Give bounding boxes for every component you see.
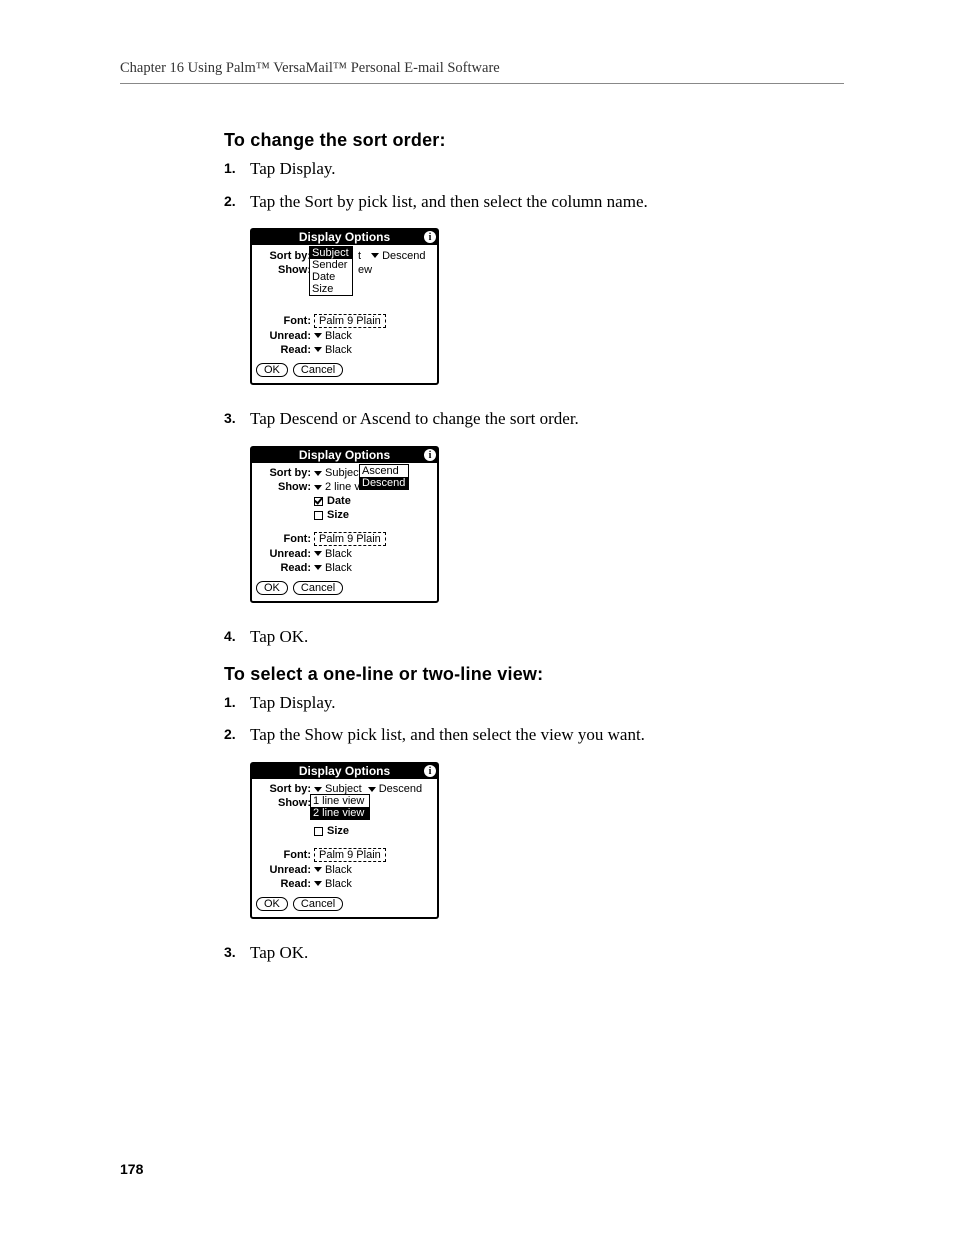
label-unread: Unread: bbox=[256, 548, 314, 560]
checkbox-size-label: Size bbox=[327, 825, 349, 837]
info-icon[interactable]: i bbox=[424, 231, 436, 243]
step-text: Tap OK. bbox=[224, 941, 844, 966]
sort-option-subject[interactable]: Subject bbox=[310, 247, 352, 259]
heading-line-view: To select a one-line or two-line view: bbox=[224, 664, 844, 685]
checkbox-size[interactable] bbox=[314, 511, 323, 520]
label-font: Font: bbox=[256, 849, 314, 861]
sort-direction-popup[interactable]: Ascend Descend bbox=[359, 464, 409, 490]
heading-change-sort-order: To change the sort order: bbox=[224, 130, 844, 151]
label-sort-by: Sort by: bbox=[256, 467, 314, 479]
checkbox-date-label: Date bbox=[327, 495, 351, 507]
font-selector[interactable]: Palm 9 Plain bbox=[314, 848, 386, 862]
info-icon[interactable]: i bbox=[424, 449, 436, 461]
read-value[interactable]: Black bbox=[325, 562, 352, 574]
label-read: Read: bbox=[256, 344, 314, 356]
label-show: Show: bbox=[256, 264, 314, 276]
dropdown-caret-icon[interactable] bbox=[314, 333, 322, 338]
dialog-title-text: Display Options bbox=[299, 449, 390, 462]
unread-value[interactable]: Black bbox=[325, 548, 352, 560]
dropdown-caret-icon[interactable] bbox=[371, 253, 379, 258]
dialog-title-text: Display Options bbox=[299, 231, 390, 244]
cancel-button[interactable]: Cancel bbox=[293, 581, 343, 595]
label-unread: Unread: bbox=[256, 864, 314, 876]
ok-button[interactable]: OK bbox=[256, 581, 288, 595]
sort-by-tail: t bbox=[358, 250, 361, 262]
dropdown-caret-icon[interactable] bbox=[314, 881, 322, 886]
step-text: Tap Descend or Ascend to change the sort… bbox=[224, 407, 844, 432]
display-options-dialog: Display Options i Sort by: Subject Desce… bbox=[250, 762, 439, 919]
show-option-1line[interactable]: 1 line view bbox=[311, 795, 369, 807]
label-font: Font: bbox=[256, 533, 314, 545]
dropdown-caret-icon[interactable] bbox=[314, 471, 322, 476]
label-show: Show: bbox=[256, 797, 314, 809]
label-sort-by: Sort by: bbox=[256, 250, 314, 262]
label-font: Font: bbox=[256, 315, 314, 327]
unread-value[interactable]: Black bbox=[325, 330, 352, 342]
sort-option-date[interactable]: Date bbox=[310, 271, 352, 283]
sort-by-popup[interactable]: Subject Sender Date Size bbox=[309, 246, 353, 296]
read-value[interactable]: Black bbox=[325, 344, 352, 356]
step-text: Tap Display. bbox=[224, 691, 844, 716]
checkbox-date[interactable] bbox=[314, 497, 323, 506]
sort-direction-value[interactable]: Descend bbox=[379, 783, 422, 795]
dropdown-caret-icon[interactable] bbox=[314, 551, 322, 556]
dialog-title: Display Options i bbox=[252, 448, 437, 463]
label-unread: Unread: bbox=[256, 330, 314, 342]
cancel-button[interactable]: Cancel bbox=[293, 363, 343, 377]
step-text: Tap the Show pick list, and then select … bbox=[224, 723, 844, 748]
label-read: Read: bbox=[256, 878, 314, 890]
dialog-title: Display Options i bbox=[252, 230, 437, 245]
dropdown-caret-icon[interactable] bbox=[368, 787, 376, 792]
font-selector[interactable]: Palm 9 Plain bbox=[314, 532, 386, 546]
sort-direction-value[interactable]: Descend bbox=[382, 250, 425, 262]
dropdown-caret-icon[interactable] bbox=[314, 485, 322, 490]
display-options-dialog: Display Options i Sort by: Subject Show:… bbox=[250, 446, 439, 603]
cancel-button[interactable]: Cancel bbox=[293, 897, 343, 911]
display-options-dialog: Display Options i Sort by: t Descend Sho… bbox=[250, 228, 439, 385]
label-sort-by: Sort by: bbox=[256, 783, 314, 795]
running-head: Chapter 16 Using Palm™ VersaMail™ Person… bbox=[120, 60, 844, 84]
step-text: Tap OK. bbox=[224, 625, 844, 650]
dropdown-caret-icon[interactable] bbox=[314, 565, 322, 570]
dialog-title: Display Options i bbox=[252, 764, 437, 779]
dialog-title-text: Display Options bbox=[299, 765, 390, 778]
step-text: Tap the Sort by pick list, and then sele… bbox=[224, 190, 844, 215]
unread-value[interactable]: Black bbox=[325, 864, 352, 876]
show-value-fragment: ew bbox=[358, 264, 372, 276]
read-value[interactable]: Black bbox=[325, 878, 352, 890]
dropdown-caret-icon[interactable] bbox=[314, 347, 322, 352]
dropdown-caret-icon[interactable] bbox=[314, 787, 322, 792]
sort-option-size[interactable]: Size bbox=[310, 283, 352, 295]
ok-button[interactable]: OK bbox=[256, 363, 288, 377]
dropdown-caret-icon[interactable] bbox=[314, 867, 322, 872]
font-selector[interactable]: Palm 9 Plain bbox=[314, 314, 386, 328]
show-popup[interactable]: 1 line view 2 line view bbox=[310, 794, 370, 820]
direction-option-descend[interactable]: Descend bbox=[360, 477, 408, 489]
info-icon[interactable]: i bbox=[424, 765, 436, 777]
page-number: 178 bbox=[120, 1161, 143, 1177]
show-option-2line[interactable]: 2 line view bbox=[311, 807, 369, 819]
label-show: Show: bbox=[256, 481, 314, 493]
checkbox-size[interactable] bbox=[314, 827, 323, 836]
label-read: Read: bbox=[256, 562, 314, 574]
step-text: Tap Display. bbox=[224, 157, 844, 182]
direction-option-ascend[interactable]: Ascend bbox=[360, 465, 408, 477]
ok-button[interactable]: OK bbox=[256, 897, 288, 911]
sort-by-value[interactable]: Subject bbox=[325, 467, 362, 479]
checkbox-size-label: Size bbox=[327, 509, 349, 521]
sort-option-sender[interactable]: Sender bbox=[310, 259, 352, 271]
